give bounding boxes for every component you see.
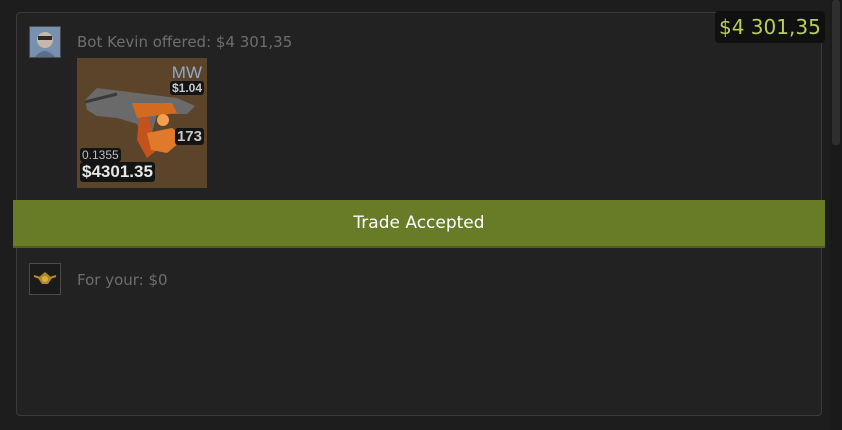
trade-status-banner: Trade Accepted: [13, 200, 825, 248]
item-price: $4301.35: [80, 162, 155, 182]
bot-avatar[interactable]: [29, 26, 61, 58]
trade-status-text: Trade Accepted: [353, 213, 485, 233]
user-avatar[interactable]: [29, 263, 61, 295]
item-float: 0.1355: [80, 148, 121, 162]
item-wear: MW: [171, 63, 202, 82]
user-avatar-image: [30, 264, 60, 294]
scroll-thumb[interactable]: [832, 0, 840, 145]
scrollbar[interactable]: [830, 0, 842, 430]
item-wear-price: $1.04: [169, 81, 204, 95]
offered-item-card[interactable]: MW $1.04 173 0.1355 $4301.35: [77, 58, 207, 188]
user-offer-label: For your: $0: [77, 271, 168, 289]
item-quantity: 173: [174, 128, 204, 145]
trade-total-badge: $4 301,35: [715, 11, 825, 43]
bot-avatar-image: [30, 27, 60, 57]
bot-offer-label: Bot Kevin offered: $4 301,35: [77, 33, 293, 51]
